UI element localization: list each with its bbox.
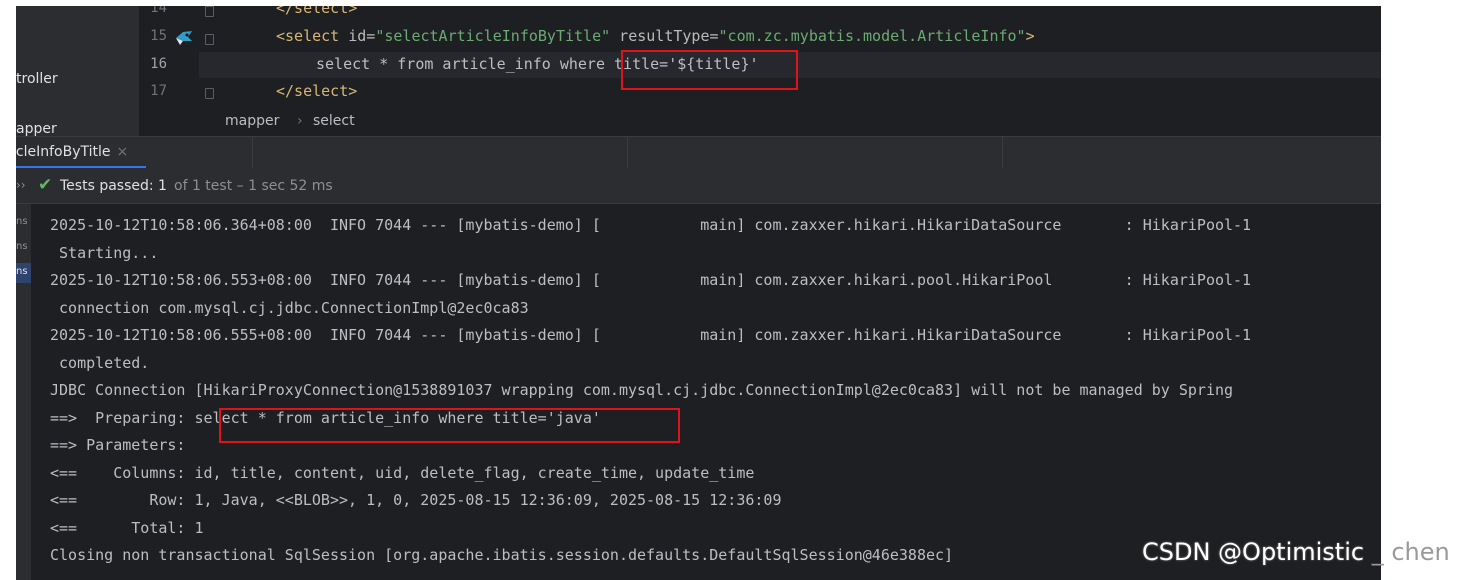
console-line: Starting... (50, 244, 159, 262)
highlight-box-prepared-sql (219, 408, 680, 443)
breadcrumb: mapper › select (139, 108, 1381, 136)
line-number: 14 (150, 6, 167, 16)
test-tree-item-selected[interactable]: ns (16, 263, 31, 283)
fold-marker-icon[interactable] (205, 34, 214, 45)
code-line-17: </select> (276, 82, 358, 100)
project-panel: troller apper (16, 6, 139, 137)
console-line: 2025-10-12T10:58:06.364+08:00 INFO 7044 … (50, 216, 1252, 234)
check-icon: ✔ (38, 175, 53, 195)
expand-chevron-icon[interactable]: ›› (16, 178, 26, 192)
line-number: 16 (150, 56, 167, 72)
test-status-bar: ›› ✔ Tests passed: 1 of 1 test – 1 sec 5… (16, 168, 1381, 204)
test-tree-column: ns ns ns (16, 204, 31, 580)
attr-resulttype-value: "com.zc.mybatis.model.ArticleInfo" (718, 27, 1026, 45)
fold-marker-icon[interactable] (205, 88, 214, 99)
console-line: connection com.mysql.cj.jdbc.ConnectionI… (50, 299, 529, 317)
ide-window: troller apper 14 15 16 17 </select> <sel… (16, 6, 1381, 580)
console-line: ==> Parameters: (50, 436, 195, 454)
attr-id-value: "selectArticleInfoByTitle" (375, 27, 611, 45)
passed-text: Tests passed: (60, 178, 154, 194)
csdn-watermark: CSDN @Optimistic _ chen (1142, 538, 1450, 566)
test-tree-item[interactable]: ns (16, 216, 28, 227)
test-detail-text: of 1 test – 1 sec 52 ms (174, 178, 333, 194)
code-line-14: </select> (276, 6, 358, 17)
console-line: completed. (50, 354, 150, 372)
console-line: <== Columns: id, title, content, uid, de… (50, 464, 755, 482)
breadcrumb-item-select[interactable]: select (313, 113, 355, 129)
breadcrumb-separator-icon: › (297, 113, 303, 129)
passed-count: 1 (158, 178, 167, 194)
console-line: <== Total: 1 (50, 519, 204, 537)
console-line: Closing non transactional SqlSession [or… (50, 546, 954, 564)
divider (1002, 137, 1003, 169)
console-output[interactable]: 2025-10-12T10:58:06.364+08:00 INFO 7044 … (31, 204, 1381, 580)
close-icon[interactable]: × (116, 144, 128, 160)
watermark-tail: _ chen (1364, 538, 1450, 566)
console-line: JDBC Connection [HikariProxyConnection@1… (50, 381, 1234, 399)
console-line: 2025-10-12T10:58:06.553+08:00 INFO 7044 … (50, 271, 1252, 289)
console-line: <== Row: 1, Java, <<BLOB>>, 1, 0, 2025-0… (50, 491, 782, 509)
fold-marker-icon[interactable] (205, 6, 214, 17)
mybatis-navigation-icon[interactable] (174, 28, 194, 48)
line-number: 15 (150, 28, 167, 44)
highlight-box-template-sql (621, 50, 798, 90)
tests-passed-label: Tests passed: 1 (60, 178, 167, 194)
xml-tag-close: > (1025, 27, 1035, 45)
code-line-15: <select id="selectArticleInfoByTitle" re… (276, 27, 1035, 45)
test-tree-item[interactable]: ns (16, 241, 28, 252)
tab-run-config[interactable]: icleInfoByTitle × (16, 144, 128, 160)
tab-label: icleInfoByTitle (16, 144, 111, 160)
attr-id-name: id= (339, 27, 376, 45)
attr-resulttype-name: resultType= (610, 27, 719, 45)
xml-tag-open: <select (276, 27, 340, 45)
watermark-main: CSDN @Optimistic (1142, 538, 1365, 566)
divider (252, 137, 253, 169)
breadcrumb-item-mapper[interactable]: mapper (225, 113, 279, 129)
divider (627, 137, 628, 169)
run-tab-bar: icleInfoByTitle × (16, 136, 1381, 169)
console-line: 2025-10-12T10:58:06.555+08:00 INFO 7044 … (50, 326, 1252, 344)
line-number: 17 (150, 83, 167, 99)
project-item-controller[interactable]: troller (16, 71, 58, 87)
project-item-mapper[interactable]: apper (16, 121, 57, 137)
